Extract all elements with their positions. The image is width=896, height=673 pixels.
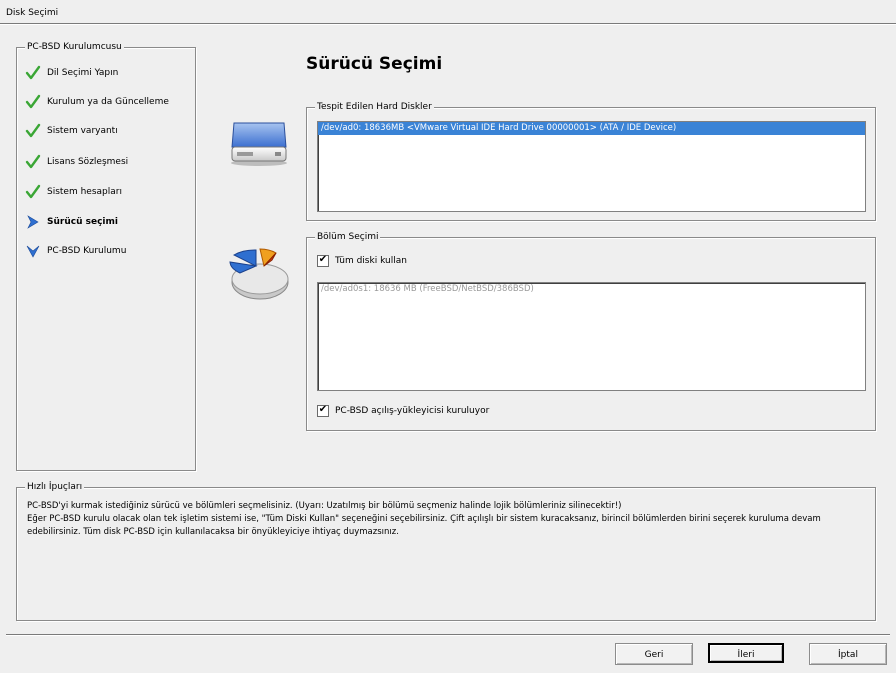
cancel-button[interactable]: İptal [809,643,887,665]
tips-text: PC-BSD'yi kurmak istediğiniz sürücü ve b… [27,500,847,539]
step-pcbsd-install: PC-BSD Kurulumu [25,243,126,259]
check-icon [25,65,41,81]
step-language: Dil Seçimi Yapın [25,65,118,81]
disk-list[interactable]: /dev/ad0: 18636MB <VMware Virtual IDE Ha… [317,121,866,212]
step-label: Sistem varyantı [47,126,118,136]
partitions-legend: Bölüm Seçimi [315,232,381,243]
steps-legend: PC-BSD Kurulumcusu [25,42,124,53]
bottom-separator [6,634,890,636]
partition-list[interactable]: /dev/ad0s1: 18636 MB (FreeBSD/NetBSD/386… [317,282,866,391]
step-label: Kurulum ya da Güncelleme [47,97,169,107]
disks-legend: Tespit Edilen Hard Diskler [315,102,434,113]
window-title: Disk Seçimi [6,8,59,18]
bootloader-checkbox[interactable] [317,405,329,417]
step-label: Sistem hesapları [47,187,122,197]
arrow-right-icon [25,214,41,230]
step-label: PC-BSD Kurulumu [47,246,127,256]
step-install-or-upgrade: Kurulum ya da Güncelleme [25,94,169,110]
check-icon [25,94,41,110]
use-whole-disk-label: Tüm diski kullan [335,256,407,266]
tips-legend: Hızlı İpuçları [25,482,85,493]
hard-drive-icon [228,118,290,171]
next-button[interactable]: İleri [708,643,784,663]
use-whole-disk-checkbox[interactable] [317,255,329,267]
check-icon [25,154,41,170]
step-license: Lisans Sözleşmesi [25,154,128,170]
quick-tips-group: Hızlı İpuçları PC-BSD'yi kurmak istediği… [16,482,876,621]
disk-list-item[interactable]: /dev/ad0: 18636MB <VMware Virtual IDE Ha… [318,122,865,135]
page-title: Sürücü Seçimi [306,54,443,74]
tips-line: PC-BSD'yi kurmak istediğiniz sürücü ve b… [27,501,622,511]
step-label: Dil Seçimi Yapın [47,68,119,78]
back-button[interactable]: Geri [615,643,693,665]
partition-selection-group: Bölüm Seçimi Tüm diski kullan /dev/ad0s1… [306,232,876,431]
installer-steps-group: PC-BSD Kurulumcusu Dil Seçimi Yapın Kuru… [16,42,196,471]
tips-line: Eğer PC-BSD kurulu olacak olan tek işlet… [27,514,821,524]
step-disk-selection: Sürücü seçimi [25,214,118,230]
chevron-down-icon [25,243,41,259]
partition-list-item: /dev/ad0s1: 18636 MB (FreeBSD/NetBSD/386… [321,284,534,294]
step-accounts: Sistem hesapları [25,184,122,200]
title-separator [0,23,896,25]
detected-disks-group: Tespit Edilen Hard Diskler /dev/ad0: 186… [306,102,876,221]
use-whole-disk-checkbox-row[interactable]: Tüm diski kullan [317,255,407,267]
partition-pie-icon [226,246,292,307]
step-system-variant: Sistem varyantı [25,123,118,139]
step-label: Sürücü seçimi [47,217,118,227]
check-icon [25,184,41,200]
bootloader-checkbox-row[interactable]: PC-BSD açılış-yükleyicisi kuruluyor [317,405,489,417]
tips-line: edebilirsiniz. Tüm disk PC-BSD için kull… [27,527,399,537]
bootloader-label: PC-BSD açılış-yükleyicisi kuruluyor [335,406,490,416]
step-label: Lisans Sözleşmesi [47,157,129,167]
check-icon [25,123,41,139]
